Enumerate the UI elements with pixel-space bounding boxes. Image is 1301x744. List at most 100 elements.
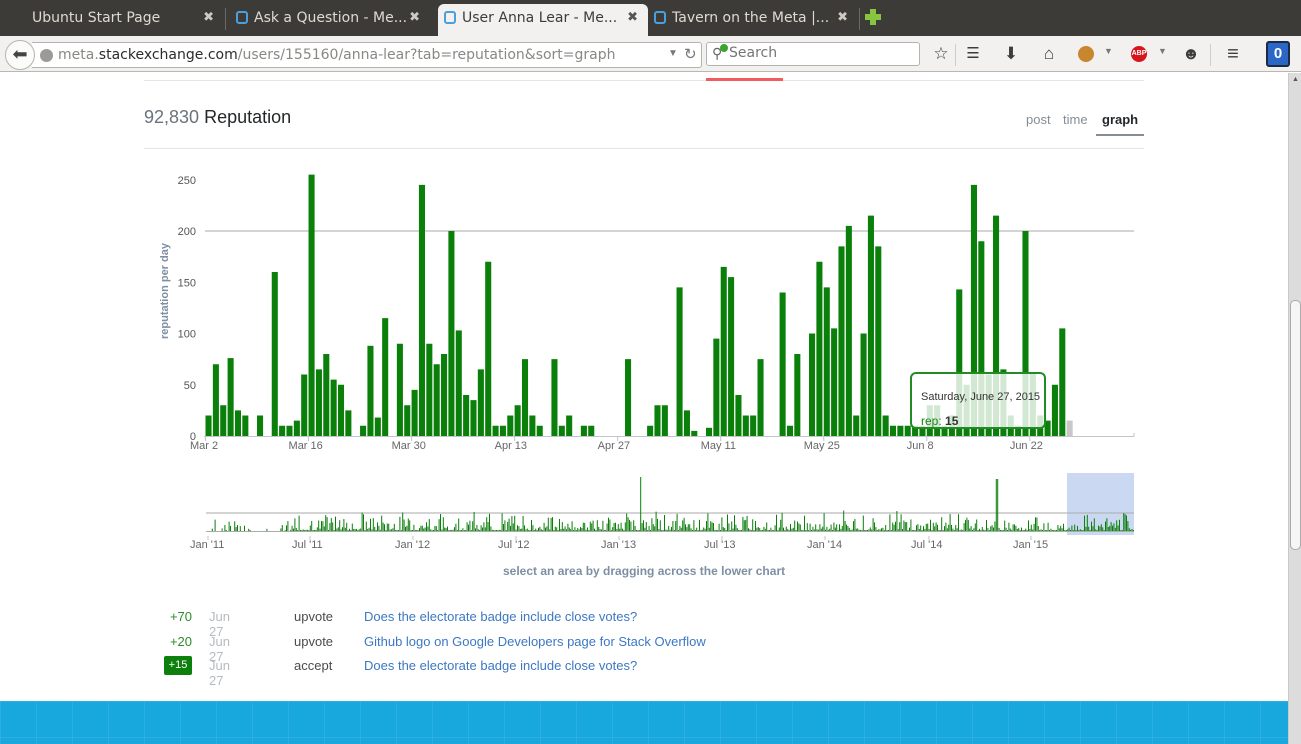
overview-bar xyxy=(511,516,513,531)
overview-bar xyxy=(869,527,871,531)
overview-bar xyxy=(902,529,903,531)
back-button[interactable]: ⬅ xyxy=(5,40,35,70)
question-link[interactable]: Does the electorate badge include close … xyxy=(364,658,637,673)
overview-bar xyxy=(1128,528,1130,531)
close-tab-icon[interactable]: ✖ xyxy=(627,4,638,32)
overview-bar xyxy=(916,525,917,531)
new-tab-plus-icon[interactable] xyxy=(864,8,882,26)
scrollbar-thumb[interactable] xyxy=(1290,300,1301,550)
overview-bar xyxy=(490,526,492,531)
overview-bar xyxy=(524,525,525,531)
greasemonkey-icon[interactable] xyxy=(1078,46,1094,62)
bookmark-star-icon[interactable]: ☆ xyxy=(931,44,951,64)
overview-bar xyxy=(1030,524,1032,531)
overview-bar xyxy=(1051,530,1053,531)
overview-bar xyxy=(539,526,541,531)
scroll-up-arrow-icon[interactable]: ▲ xyxy=(1290,73,1301,85)
close-tab-icon[interactable]: ✖ xyxy=(203,4,214,32)
overview-bar xyxy=(946,528,948,531)
close-tab-icon[interactable]: ✖ xyxy=(837,4,848,32)
greasemonkey-dropdown-icon[interactable]: ▼ xyxy=(1104,46,1113,56)
overview-bar xyxy=(689,524,691,531)
tooltip-date: Saturday, June 27, 2015 xyxy=(921,391,1041,403)
rep-type: accept xyxy=(294,658,333,673)
overview-bar xyxy=(315,530,317,531)
drag-hint: select an area by dragging across the lo… xyxy=(503,564,786,578)
overview-bar xyxy=(643,520,644,531)
overview-bar xyxy=(1089,530,1091,531)
zero-badge-icon[interactable]: 0 xyxy=(1266,41,1290,67)
overview-bar xyxy=(728,523,730,531)
browser-tab-ubuntu-start[interactable]: Ubuntu Start Page ✖ xyxy=(8,4,226,36)
adblock-dropdown-icon[interactable]: ▼ xyxy=(1158,46,1167,56)
overview-bar xyxy=(592,520,594,531)
overview-bar xyxy=(1109,526,1111,531)
browser-tab-ask-question[interactable]: Ask a Question - Me... ✖ xyxy=(230,4,430,36)
overview-bar xyxy=(668,525,670,531)
question-link[interactable]: Github logo on Google Developers page fo… xyxy=(364,634,706,649)
overview-bar xyxy=(395,530,397,531)
overview-x-tick-label: Jul '11 xyxy=(292,539,323,551)
overview-bar xyxy=(307,529,308,531)
overview-bar xyxy=(441,529,443,531)
tab-title: Ask a Question - Me... xyxy=(254,10,408,26)
overview-bar xyxy=(536,530,538,531)
overview-bar xyxy=(655,511,657,531)
overview-chart[interactable]: Jan '11 Jul '11 Jan '12 Jul '12 Jan '13 Jul '… xyxy=(190,473,1134,551)
overview-bar xyxy=(661,530,663,531)
question-link[interactable]: Does the electorate badge include close … xyxy=(364,609,637,624)
overview-bar xyxy=(386,523,388,531)
overview-bar xyxy=(896,511,898,531)
browser-tab-user-anna-lear[interactable]: User Anna Lear - Me... ✖ xyxy=(438,4,648,36)
overview-bar xyxy=(921,530,923,531)
overview-bar xyxy=(865,530,867,531)
overview-bar xyxy=(672,521,674,531)
overview-bar xyxy=(462,528,464,531)
url-text[interactable]: meta.stackexchange.com/users/155160/anna… xyxy=(58,47,616,63)
overview-bar xyxy=(927,523,929,531)
overview-bar xyxy=(1054,530,1056,531)
overview-bar xyxy=(1130,529,1132,531)
vertical-scrollbar[interactable]: ▲ xyxy=(1288,73,1301,744)
overview-bar xyxy=(385,530,387,531)
reload-icon[interactable]: ↻ xyxy=(684,45,697,63)
overview-bar xyxy=(484,527,486,531)
adblock-plus-icon[interactable]: ABP xyxy=(1131,46,1147,62)
chat-smiley-icon[interactable]: ☻ xyxy=(1181,44,1201,64)
overview-bar xyxy=(364,530,366,531)
overview-bar xyxy=(861,530,863,531)
bar xyxy=(566,415,573,436)
overview-bar xyxy=(1074,524,1076,531)
reading-list-icon[interactable]: ☰ xyxy=(963,44,983,64)
search-input[interactable] xyxy=(729,45,909,61)
overview-x-tick-label: Jan '12 xyxy=(395,539,430,551)
browser-tab-tavern[interactable]: Tavern on the Meta |... ✖ xyxy=(648,4,860,36)
reputation-chart[interactable]: 050100150200250reputation per dayMar 2 Ma… xyxy=(0,73,1288,593)
overview-bar xyxy=(860,530,861,531)
url-dropdown-icon[interactable]: ▼ xyxy=(668,48,678,59)
overview-bar xyxy=(1043,523,1045,531)
overview-bar xyxy=(830,524,832,531)
overview-bar xyxy=(794,520,796,531)
overview-bar xyxy=(398,530,399,531)
overview-bar xyxy=(879,529,881,531)
download-icon[interactable]: ⬇ xyxy=(1001,44,1021,64)
overview-bar xyxy=(531,520,532,531)
address-bar[interactable]: meta.stackexchange.com/users/155160/anna… xyxy=(32,42,702,68)
overview-bar xyxy=(416,530,418,531)
x-tick-label: Mar 30 xyxy=(392,440,426,452)
menu-icon[interactable]: ≡ xyxy=(1223,44,1243,64)
overview-bar xyxy=(346,522,348,531)
home-icon[interactable]: ⌂ xyxy=(1039,44,1059,64)
overview-bar xyxy=(858,529,860,531)
overview-bar xyxy=(1068,527,1070,531)
overview-bar xyxy=(944,526,945,531)
overview-bar xyxy=(326,517,328,531)
bar xyxy=(558,425,565,436)
overview-bar xyxy=(496,530,497,531)
close-tab-icon[interactable]: ✖ xyxy=(409,4,420,32)
search-box[interactable]: ⚲ xyxy=(706,42,920,66)
overview-bar xyxy=(476,525,478,531)
overview-bar xyxy=(942,530,944,531)
overview-bar xyxy=(720,530,721,531)
